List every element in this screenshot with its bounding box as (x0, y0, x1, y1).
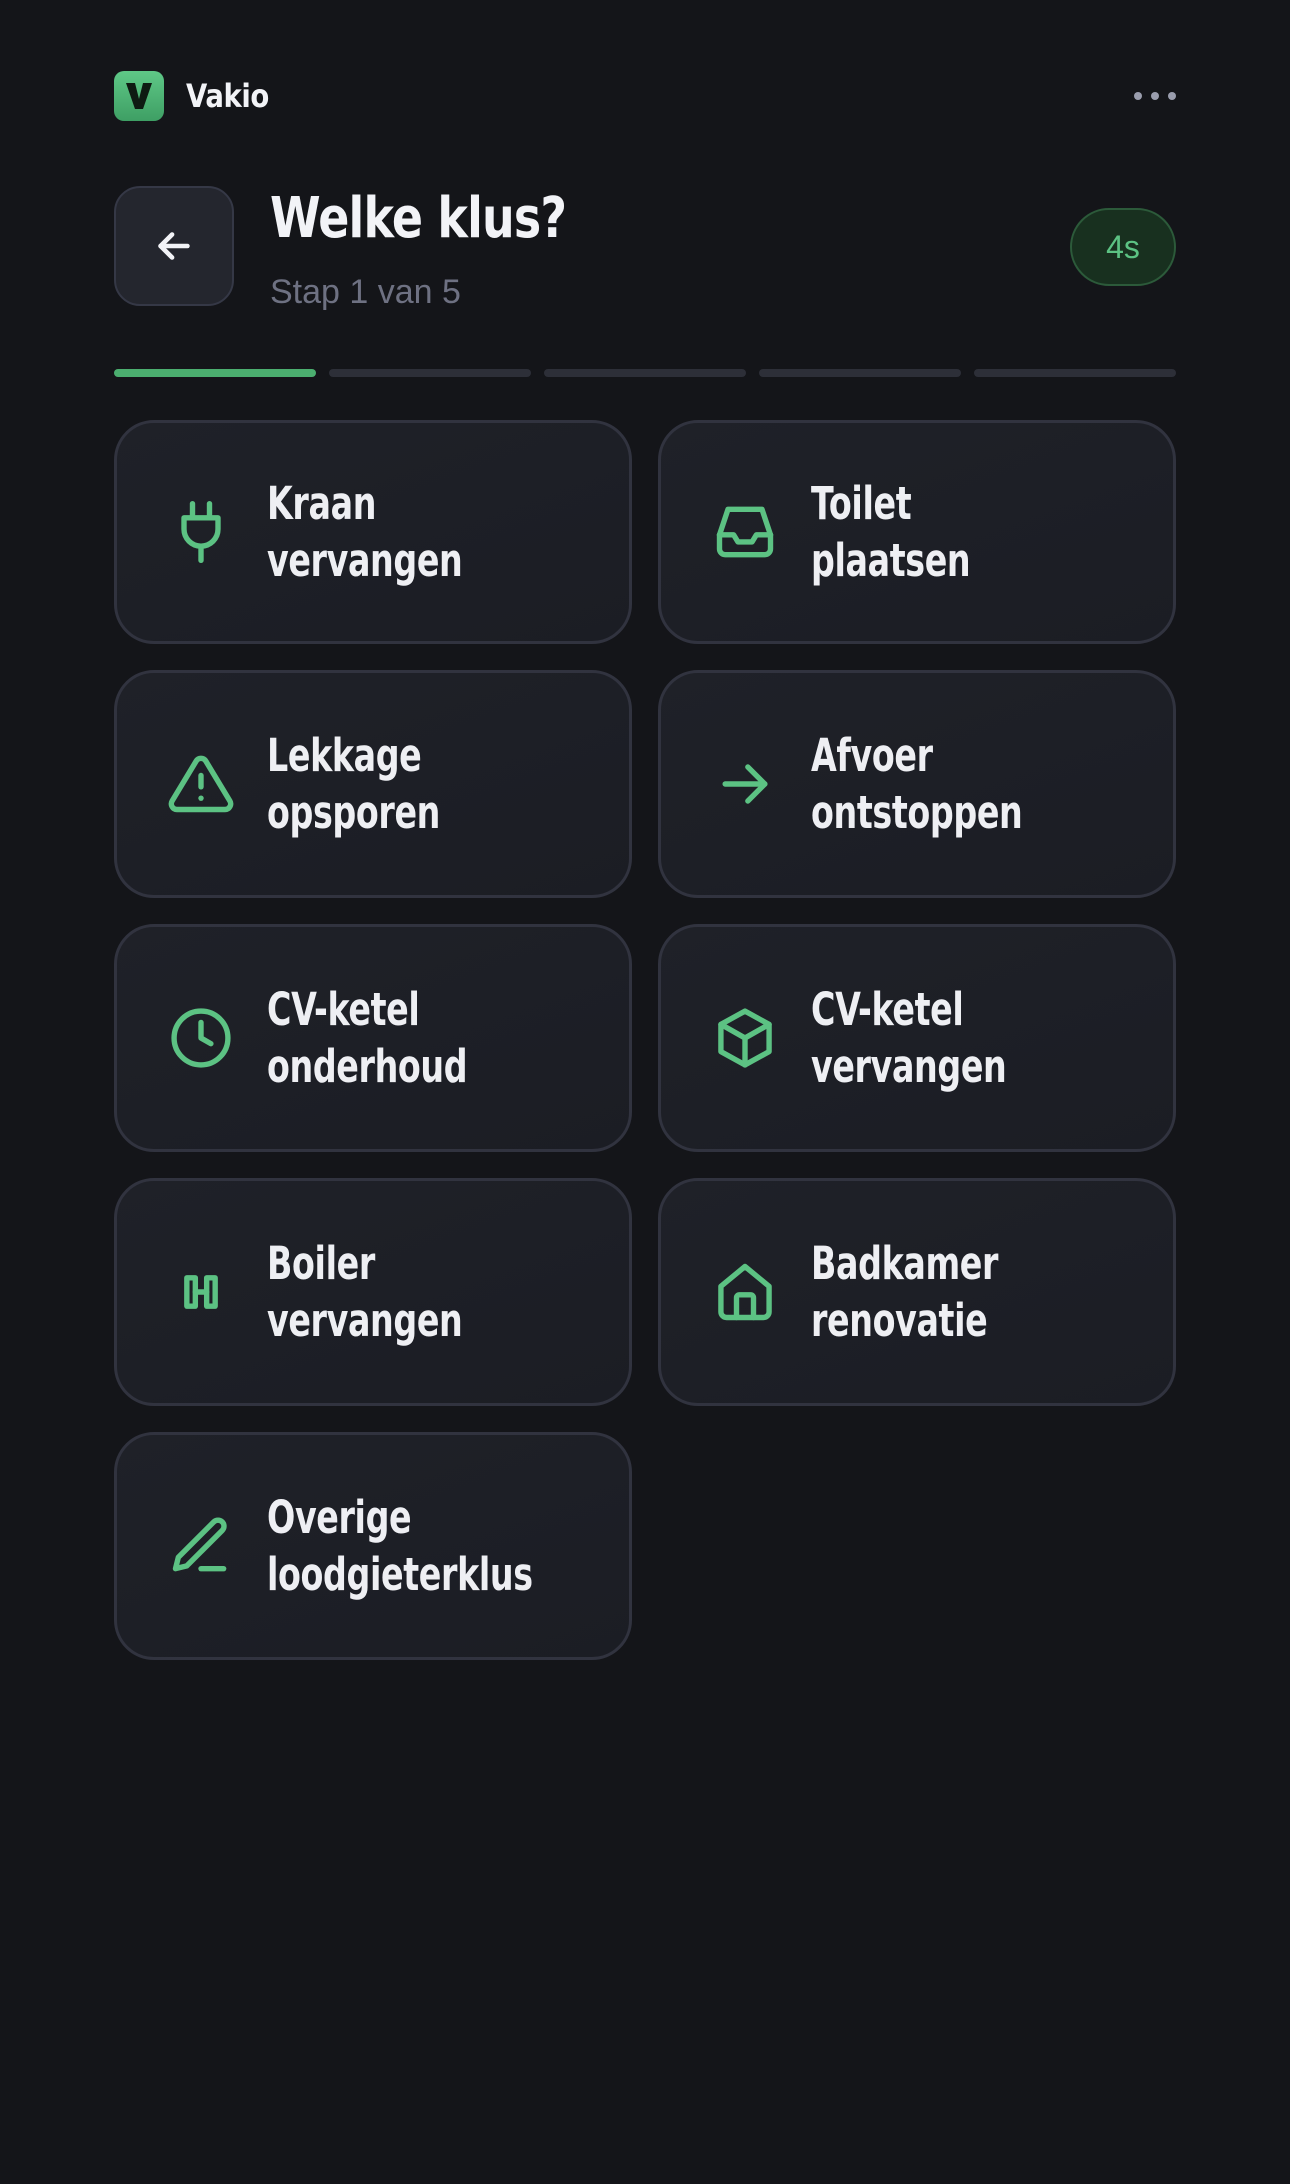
inbox-icon (709, 496, 781, 568)
option-label: Badkamer renovatie (811, 1237, 999, 1347)
option-overige-loodgieterklus[interactable]: Overige loodgieterklus (114, 1432, 632, 1660)
option-label: Lekkage opsporen (267, 729, 441, 839)
progress-segment (329, 369, 531, 377)
app-name: Vakio (186, 77, 269, 115)
pen-icon (165, 1510, 237, 1582)
option-label: CV-ketel vervangen (811, 983, 1007, 1093)
option-cv-ketel-onderhoud[interactable]: CV-ketel onderhoud (114, 924, 632, 1152)
option-label: Overige loodgieterklus (267, 1491, 533, 1601)
logo-icon (114, 71, 164, 121)
progress-bar (114, 369, 1176, 377)
dot-icon (1151, 92, 1159, 100)
page: Vakio Welke klus? Stap 1 van 5 4s Kraan … (0, 0, 1290, 2184)
dot-icon (1134, 92, 1142, 100)
progress-segment (544, 369, 746, 377)
option-label: Kraan vervangen (267, 477, 463, 587)
more-options-button[interactable] (1134, 84, 1176, 108)
clock-icon (165, 1002, 237, 1074)
option-afvoer-ontstoppen[interactable]: Afvoer ontstoppen (658, 670, 1176, 898)
option-kraan-vervangen[interactable]: Kraan vervangen (114, 420, 632, 644)
option-cv-ketel-vervangen[interactable]: CV-ketel vervangen (658, 924, 1176, 1152)
arrow-right-icon (709, 748, 781, 820)
step-indicator: Stap 1 van 5 (270, 273, 461, 311)
option-label: Afvoer ontstoppen (811, 729, 1023, 839)
top-bar: Vakio (114, 71, 1176, 121)
option-lekkage-opsporen[interactable]: Lekkage opsporen (114, 670, 632, 898)
timer-badge: 4s (1070, 208, 1176, 286)
box-icon (709, 1002, 781, 1074)
boiler-icon (165, 1256, 237, 1328)
progress-segment (759, 369, 961, 377)
option-label: Boiler vervangen (267, 1237, 463, 1347)
option-label: CV-ketel onderhoud (267, 983, 468, 1093)
option-boiler-vervangen[interactable]: Boiler vervangen (114, 1178, 632, 1406)
option-badkamer-renovatie[interactable]: Badkamer renovatie (658, 1178, 1176, 1406)
warning-icon (165, 748, 237, 820)
step-header: Welke klus? Stap 1 van 5 4s (114, 186, 1176, 311)
home-icon (709, 1256, 781, 1328)
dot-icon (1168, 92, 1176, 100)
progress-segment (974, 369, 1176, 377)
back-button[interactable] (114, 186, 234, 306)
brand[interactable]: Vakio (114, 71, 282, 121)
plug-icon (165, 496, 237, 568)
progress-segment (114, 369, 316, 377)
option-toilet-plaatsen[interactable]: Toilet plaatsen (658, 420, 1176, 644)
job-options-grid: Kraan vervangen Toilet plaatsen Lekkage … (114, 420, 1176, 1660)
option-label: Toilet plaatsen (811, 477, 971, 587)
arrow-left-icon (158, 232, 190, 260)
page-title: Welke klus? (270, 186, 567, 251)
